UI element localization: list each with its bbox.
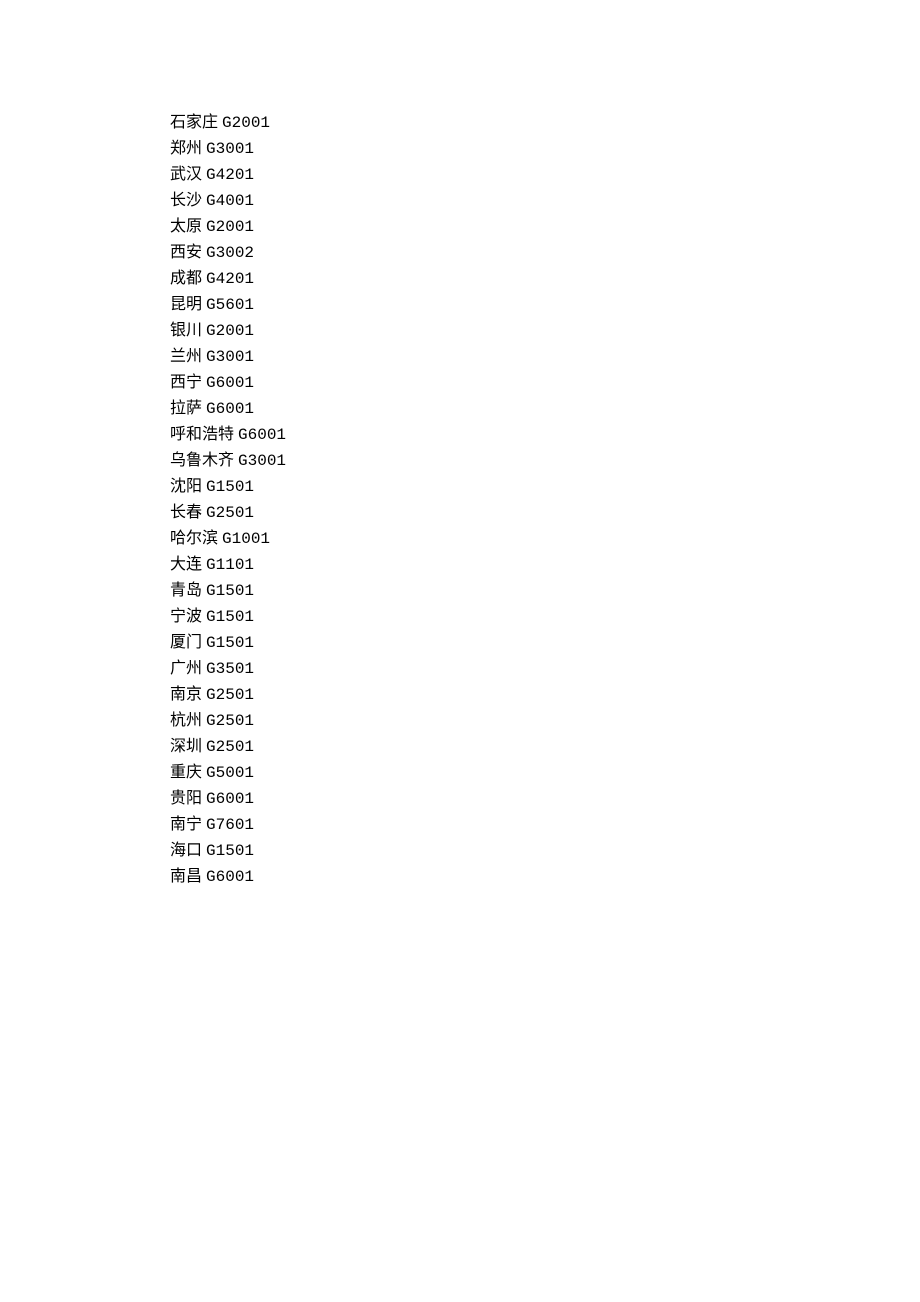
city-name: 贵阳 [170,790,202,807]
city-code: G1501 [206,478,254,496]
city-code: G6001 [206,790,254,808]
list-item: 宁波 G1501 [170,604,920,630]
list-item: 南昌 G6001 [170,864,920,890]
city-name: 乌鲁木齐 [170,452,234,469]
list-item: 哈尔滨 G1001 [170,526,920,552]
city-name: 郑州 [170,140,202,157]
city-name: 宁波 [170,608,202,625]
city-code: G2001 [222,114,270,132]
city-name: 兰州 [170,348,202,365]
city-code: G1501 [206,608,254,626]
list-item: 兰州 G3001 [170,344,920,370]
list-item: 武汉 G4201 [170,162,920,188]
city-code: G3002 [206,244,254,262]
city-code: G3001 [238,452,286,470]
city-name: 南京 [170,686,202,703]
list-item: 深圳 G2501 [170,734,920,760]
list-item: 厦门 G1501 [170,630,920,656]
city-code: G1501 [206,582,254,600]
list-item: 杭州 G2501 [170,708,920,734]
city-code: G3501 [206,660,254,678]
city-name: 南宁 [170,816,202,833]
city-code: G2501 [206,504,254,522]
list-item: 昆明 G5601 [170,292,920,318]
city-name: 西宁 [170,374,202,391]
city-code: G4201 [206,270,254,288]
list-item: 拉萨 G6001 [170,396,920,422]
city-code: G2001 [206,218,254,236]
city-name: 石家庄 [170,114,218,131]
city-name: 呼和浩特 [170,426,234,443]
city-code: G2501 [206,738,254,756]
list-item: 成都 G4201 [170,266,920,292]
city-name: 广州 [170,660,202,677]
city-name: 杭州 [170,712,202,729]
city-code: G4201 [206,166,254,184]
city-name: 拉萨 [170,400,202,417]
city-name: 南昌 [170,868,202,885]
city-name: 深圳 [170,738,202,755]
list-item: 太原 G2001 [170,214,920,240]
city-name: 沈阳 [170,478,202,495]
list-item: 贵阳 G6001 [170,786,920,812]
city-code: G6001 [206,400,254,418]
city-name: 成都 [170,270,202,287]
list-item: 乌鲁木齐 G3001 [170,448,920,474]
list-item: 西宁 G6001 [170,370,920,396]
city-code: G3001 [206,348,254,366]
city-name: 厦门 [170,634,202,651]
list-item: 郑州 G3001 [170,136,920,162]
city-name: 重庆 [170,764,202,781]
city-name: 长沙 [170,192,202,209]
list-item: 呼和浩特 G6001 [170,422,920,448]
list-item: 石家庄 G2001 [170,110,920,136]
list-item: 西安 G3002 [170,240,920,266]
list-item: 重庆 G5001 [170,760,920,786]
city-code: G2501 [206,686,254,704]
city-code: G5001 [206,764,254,782]
city-code: G1501 [206,634,254,652]
city-name: 武汉 [170,166,202,183]
city-code: G6001 [238,426,286,444]
city-code: G2001 [206,322,254,340]
city-code: G6001 [206,868,254,886]
list-item: 海口 G1501 [170,838,920,864]
city-code: G4001 [206,192,254,210]
city-name: 长春 [170,504,202,521]
list-item: 大连 G1101 [170,552,920,578]
city-code: G3001 [206,140,254,158]
city-name: 大连 [170,556,202,573]
city-code-list: 石家庄 G2001郑州 G3001武汉 G4201长沙 G4001太原 G200… [170,110,920,890]
city-name: 哈尔滨 [170,530,218,547]
city-code: G6001 [206,374,254,392]
city-code: G1001 [222,530,270,548]
city-code: G1101 [206,556,254,574]
list-item: 南京 G2501 [170,682,920,708]
city-code: G5601 [206,296,254,314]
city-name: 西安 [170,244,202,261]
city-code: G7601 [206,816,254,834]
list-item: 南宁 G7601 [170,812,920,838]
list-item: 青岛 G1501 [170,578,920,604]
city-name: 银川 [170,322,202,339]
list-item: 银川 G2001 [170,318,920,344]
list-item: 广州 G3501 [170,656,920,682]
city-code: G1501 [206,842,254,860]
city-name: 青岛 [170,582,202,599]
city-name: 太原 [170,218,202,235]
list-item: 沈阳 G1501 [170,474,920,500]
city-name: 海口 [170,842,202,859]
list-item: 长沙 G4001 [170,188,920,214]
list-item: 长春 G2501 [170,500,920,526]
city-code: G2501 [206,712,254,730]
city-name: 昆明 [170,296,202,313]
